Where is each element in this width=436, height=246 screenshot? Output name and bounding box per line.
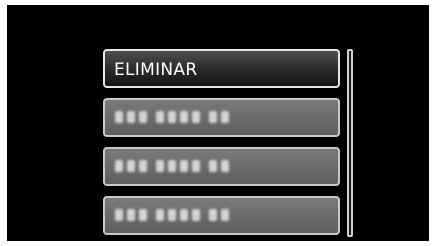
scrollbar-thumb[interactable] (349, 51, 351, 115)
blurred-text (115, 209, 229, 221)
menu-list: ELIMINAR (7, 5, 429, 241)
scrollbar[interactable] (347, 49, 353, 237)
menu-item-blurred-1[interactable] (103, 98, 340, 137)
blurred-text (115, 160, 229, 172)
menu-item-blurred-3[interactable] (103, 196, 340, 235)
menu-item-label: ELIMINAR (114, 60, 198, 80)
blurred-text (115, 111, 229, 123)
menu-item-eliminar[interactable]: ELIMINAR (103, 49, 340, 88)
camera-screen: ELIMINAR (7, 5, 429, 241)
menu-item-blurred-2[interactable] (103, 147, 340, 186)
